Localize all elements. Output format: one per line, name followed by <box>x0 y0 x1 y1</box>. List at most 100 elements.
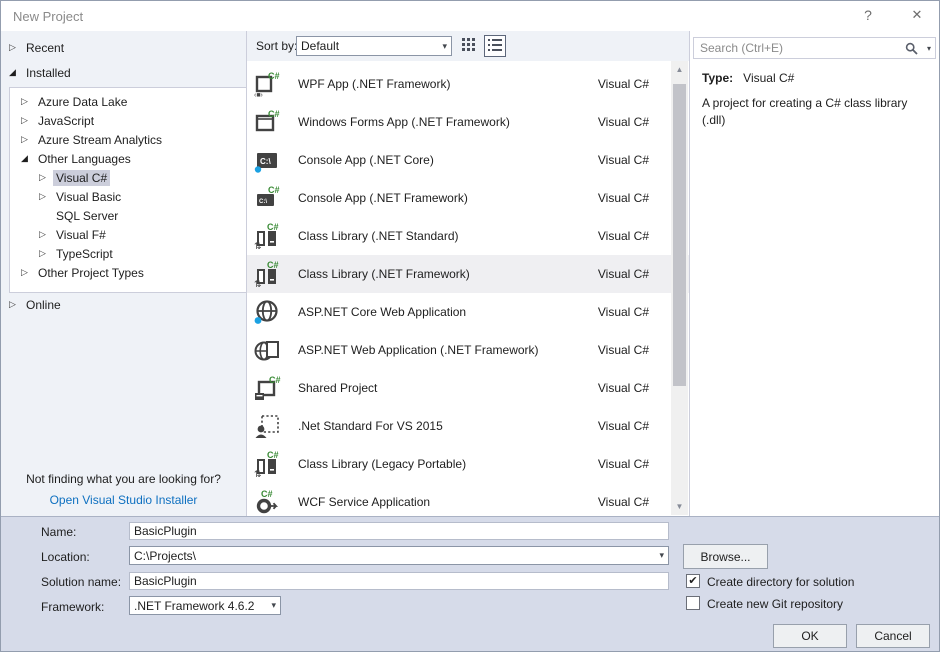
template-row[interactable]: .Net Standard For VS 2015 Visual C# <box>247 407 689 445</box>
combo-arrow-icon: ▾ <box>652 550 664 561</box>
framework-label: Framework: <box>41 600 104 614</box>
sidebar-item-visual-fsharp[interactable]: ▷ Visual F# <box>10 225 246 244</box>
template-language: Visual C# <box>598 77 649 91</box>
sidebar-item-label: Recent <box>23 40 67 56</box>
ok-button[interactable]: OK <box>773 624 847 648</box>
browse-button[interactable]: Browse... <box>683 544 768 569</box>
open-installer-link[interactable]: Open Visual Studio Installer <box>1 490 246 511</box>
svg-text:C#: C# <box>261 489 273 499</box>
title-bar[interactable]: New Project ? ✕ <box>1 1 939 31</box>
git-repository-checkbox[interactable] <box>686 596 700 610</box>
chevron-right-icon: ▷ <box>39 191 53 202</box>
chevron-right-icon: ▷ <box>21 134 35 145</box>
tree-item-label: TypeScript <box>53 246 116 262</box>
sort-by-dropdown[interactable]: Default ▾ <box>296 36 452 56</box>
solution-name-label: Solution name: <box>41 575 121 589</box>
name-field[interactable] <box>129 522 669 540</box>
sidebar-item-other-project-types[interactable]: ▷ Other Project Types <box>10 263 246 282</box>
chevron-expanded-icon: ◢ <box>9 67 23 78</box>
help-icon[interactable]: ? <box>859 7 877 23</box>
template-name: Windows Forms App (.NET Framework) <box>298 115 598 129</box>
combo-arrow-icon: ▾ <box>435 41 447 52</box>
winforms-app-icon: C# <box>252 108 282 136</box>
svg-text:⇅: ⇅ <box>254 469 262 478</box>
sort-by-label: Sort by: <box>256 39 297 53</box>
template-row[interactable]: ASP.NET Web Application (.NET Framework)… <box>247 331 689 369</box>
scrollbar-thumb[interactable] <box>673 84 686 386</box>
combo-arrow-icon: ▾ <box>264 600 276 611</box>
close-icon[interactable]: ✕ <box>907 7 927 23</box>
template-name: ASP.NET Web Application (.NET Framework) <box>298 343 598 357</box>
tree-item-label: Azure Data Lake <box>35 94 130 110</box>
tree-item-label: Azure Stream Analytics <box>35 132 165 148</box>
template-language: Visual C# <box>598 229 649 243</box>
framework-dropdown[interactable]: .NET Framework 4.6.2 ▾ <box>129 596 281 615</box>
template-row[interactable]: C# Windows Forms App (.NET Framework) Vi… <box>247 103 689 141</box>
sidebar-item-azure-stream-analytics[interactable]: ▷ Azure Stream Analytics <box>10 130 246 149</box>
template-row[interactable]: C#⇅ Class Library (.NET Standard) Visual… <box>247 217 689 255</box>
template-row[interactable]: C# Shared Project Visual C# <box>247 369 689 407</box>
chevron-right-icon: ▷ <box>39 248 53 259</box>
template-name: .Net Standard For VS 2015 <box>298 419 598 433</box>
sidebar-item-online[interactable]: ▷ Online <box>1 295 246 314</box>
template-name: ASP.NET Core Web Application <box>298 305 598 319</box>
template-row[interactable]: C:\ Console App (.NET Core) Visual C# <box>247 141 689 179</box>
template-name: Console App (.NET Framework) <box>298 191 598 205</box>
search-box[interactable]: ▾ <box>693 37 936 59</box>
list-view-icon <box>488 38 502 55</box>
location-label: Location: <box>41 550 90 564</box>
template-row[interactable]: C:\C# Console App (.NET Framework) Visua… <box>247 179 689 217</box>
create-directory-checkbox[interactable]: ✔ <box>686 574 700 588</box>
template-details: Type: Visual C# A project for creating a… <box>702 71 930 129</box>
sidebar-item-sql-server[interactable]: SQL Server <box>10 206 246 225</box>
aspnet-core-icon <box>252 298 282 326</box>
template-name: Class Library (Legacy Portable) <box>298 457 598 471</box>
netstandard-vs2015-icon <box>252 412 282 440</box>
small-icons-view-button[interactable] <box>459 36 479 56</box>
template-row[interactable]: C#‹■› WPF App (.NET Framework) Visual C# <box>247 65 689 103</box>
class-library-framework-icon: C#⇅ <box>252 260 282 288</box>
scroll-down-icon[interactable]: ▼ <box>671 498 688 515</box>
sidebar-item-javascript[interactable]: ▷ JavaScript <box>10 111 246 130</box>
location-combobox[interactable]: C:\Projects\ ▾ <box>129 546 669 565</box>
template-list: C#‹■› WPF App (.NET Framework) Visual C#… <box>247 61 689 516</box>
sidebar-item-label: Online <box>23 297 64 313</box>
search-dropdown-icon[interactable]: ▾ <box>921 44 931 53</box>
search-input[interactable] <box>698 40 905 56</box>
template-row[interactable]: C#⇅ Class Library (Legacy Portable) Visu… <box>247 445 689 483</box>
sidebar-item-visual-csharp[interactable]: ▷ Visual C# <box>10 168 246 187</box>
template-language: Visual C# <box>598 153 649 167</box>
sidebar-item-other-languages[interactable]: ◢ Other Languages <box>10 149 246 168</box>
list-toolbar: Sort by: Default ▾ <box>247 31 689 61</box>
cancel-button[interactable]: Cancel <box>856 624 930 648</box>
check-icon: ✔ <box>688 575 697 587</box>
location-value: C:\Projects\ <box>134 549 652 563</box>
sidebar-item-visual-basic[interactable]: ▷ Visual Basic <box>10 187 246 206</box>
sidebar-item-installed[interactable]: ◢ Installed <box>1 63 246 82</box>
tree-item-label: Other Languages <box>35 151 134 167</box>
template-list-scrollbar[interactable]: ▲ ▼ <box>671 61 688 515</box>
sidebar-item-typescript[interactable]: ▷ TypeScript <box>10 244 246 263</box>
template-name: Class Library (.NET Framework) <box>298 267 598 281</box>
type-label: Type: <box>702 71 733 85</box>
svg-text:C#: C# <box>268 109 280 119</box>
tree-item-label: JavaScript <box>35 113 97 129</box>
new-project-dialog: New Project ? ✕ ▷ Recent ◢ Installed ▷ A… <box>0 0 940 652</box>
svg-text:C#: C# <box>267 260 279 270</box>
template-row[interactable]: ASP.NET Core Web Application Visual C# <box>247 293 689 331</box>
template-language: Visual C# <box>598 495 649 509</box>
class-library-legacy-icon: C# ⇅ <box>252 450 282 478</box>
template-language: Visual C# <box>598 115 649 129</box>
git-repository-label: Create new Git repository <box>707 597 843 611</box>
template-row-selected[interactable]: C#⇅ Class Library (.NET Framework) Visua… <box>247 255 689 293</box>
scroll-up-icon[interactable]: ▲ <box>671 61 688 78</box>
chevron-right-icon: ▷ <box>9 299 23 310</box>
list-view-button[interactable] <box>484 35 506 57</box>
sidebar-item-recent[interactable]: ▷ Recent <box>1 38 246 57</box>
sidebar-item-azure-data-lake[interactable]: ▷ Azure Data Lake <box>10 92 246 111</box>
details-panel: ▾ Type: Visual C# A project for creating… <box>689 31 940 516</box>
framework-value: .NET Framework 4.6.2 <box>134 599 264 613</box>
svg-text:C#: C# <box>267 450 279 460</box>
solution-name-field[interactable] <box>129 572 669 590</box>
project-settings-panel: Name: Location: C:\Projects\ ▾ Browse...… <box>1 516 939 652</box>
